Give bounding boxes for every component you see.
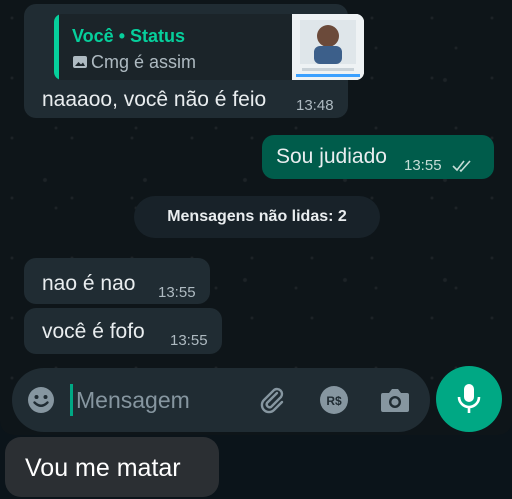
camera-icon[interactable] [379, 386, 411, 414]
double-check-icon [452, 160, 471, 173]
unread-messages-divider: Mensagens não lidas: 2 [134, 196, 380, 238]
status-thumbnail [292, 14, 364, 80]
voice-message-button[interactable] [436, 366, 502, 432]
quote-caption: Cmg é assim [91, 52, 197, 72]
message-bubble-quoted[interactable]: Você • Status Cmg é assim naaaoo, você n [24, 4, 364, 118]
message-text: naaaoo, você não é feio [42, 88, 267, 111]
bottom-message-text: Vou me matar [25, 454, 181, 482]
quote-caption-row: Cmg é assim [72, 52, 196, 73]
message-composer: Mensagem R$ [12, 368, 430, 432]
message-input[interactable]: Mensagem [76, 387, 190, 414]
mic-icon [457, 384, 481, 413]
message-text: Sou judiado [276, 145, 387, 168]
text-cursor [70, 384, 73, 416]
message-time: 13:48 [296, 97, 334, 114]
chat-area: Você • Status Cmg é assim naaaoo, você n [0, 0, 512, 435]
attach-icon[interactable] [256, 384, 288, 416]
photo-icon [73, 56, 87, 68]
quoted-status[interactable]: Você • Status Cmg é assim [54, 14, 364, 80]
message-time: 13:55 [158, 284, 196, 301]
message-bubble-incoming[interactable]: nao é nao 13:55 [24, 258, 210, 304]
message-text: nao é nao [42, 272, 136, 295]
message-time: 13:55 [404, 157, 442, 174]
svg-text:R$: R$ [326, 394, 342, 408]
quote-author: Você • Status [72, 26, 186, 46]
bottom-message-bubble[interactable]: Vou me matar [5, 437, 219, 497]
quote-accent-bar [54, 14, 59, 80]
message-text: você é fofo [42, 320, 145, 343]
payment-icon[interactable]: R$ [319, 385, 349, 415]
message-time: 13:55 [170, 332, 208, 349]
message-bubble-incoming[interactable]: você é fofo 13:55 [24, 308, 222, 354]
message-bubble-outgoing[interactable]: Sou judiado 13:55 [262, 135, 494, 179]
emoji-icon[interactable] [26, 385, 56, 415]
